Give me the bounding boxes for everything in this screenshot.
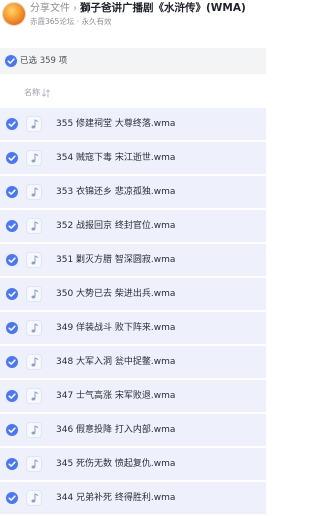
file-name[interactable]: 347 士气高涨 宋军败退.wma (56, 390, 261, 402)
check-icon (7, 58, 15, 64)
music-note-icon (31, 289, 39, 299)
check-icon (8, 121, 16, 127)
file-name[interactable]: 354 贼寇下毒 宋江逝世.wma (56, 152, 261, 164)
music-note-icon (31, 493, 39, 503)
check-icon (8, 189, 16, 195)
file-name[interactable]: 345 死伤无数 愤起复仇.wma (56, 458, 261, 470)
share-subtitle: 赤霞365论坛 · 永久有效 (30, 17, 112, 26)
breadcrumb-separator: › (73, 3, 77, 14)
page-title: 獅子爸讲广播剧《水浒传》(WMA) (80, 2, 246, 14)
music-file-icon (26, 422, 42, 438)
music-file-icon (26, 252, 42, 268)
column-header: 名称 (0, 84, 266, 102)
file-name[interactable]: 355 修建祠堂 大尊终落.wma (56, 118, 261, 130)
music-note-icon (31, 119, 39, 129)
file-row[interactable]: 350 大势已去 柴进出兵.wma (0, 278, 266, 310)
file-name[interactable]: 348 大军入洞 瓮中捉鳖.wma (56, 356, 261, 368)
share-header: 分享文件 › 獅子爸讲广播剧《水浒传》(WMA) 赤霞365论坛 · 永久有效 (0, 0, 266, 34)
file-checkbox[interactable] (6, 356, 18, 368)
check-icon (8, 427, 16, 433)
music-note-icon (31, 255, 39, 265)
music-file-icon (26, 286, 42, 302)
music-file-icon (26, 490, 42, 506)
check-icon (8, 461, 16, 467)
file-checkbox[interactable] (6, 288, 18, 300)
selection-toolbar: 已选 359 项 (0, 48, 266, 74)
file-row[interactable]: 355 修建祠堂 大尊终落.wma (0, 108, 266, 140)
file-row[interactable]: 349 佯装战斗 败下阵来.wma (0, 312, 266, 344)
check-icon (8, 359, 16, 365)
file-row[interactable]: 347 士气高涨 宋军败退.wma (0, 380, 266, 412)
file-name[interactable]: 344 兄弟补死 终得胜利.wma (56, 492, 261, 504)
check-icon (8, 393, 16, 399)
music-file-icon (26, 116, 42, 132)
file-checkbox[interactable] (6, 458, 18, 470)
select-all-checkbox[interactable] (5, 55, 17, 67)
file-checkbox[interactable] (6, 118, 18, 130)
file-checkbox[interactable] (6, 254, 18, 266)
check-icon (8, 291, 16, 297)
file-checkbox[interactable] (6, 220, 18, 232)
music-note-icon (31, 221, 39, 231)
music-note-icon (31, 323, 39, 333)
music-file-icon (26, 388, 42, 404)
column-name-header[interactable]: 名称 (24, 87, 40, 98)
file-name[interactable]: 349 佯装战斗 败下阵来.wma (56, 322, 261, 334)
music-file-icon (26, 354, 42, 370)
breadcrumb: 分享文件 › 獅子爸讲广播剧《水浒传》(WMA) (30, 2, 262, 15)
file-checkbox[interactable] (6, 390, 18, 402)
check-icon (8, 155, 16, 161)
music-note-icon (31, 425, 39, 435)
check-icon (8, 223, 16, 229)
file-row[interactable]: 352 战报回京 终封官位.wma (0, 210, 266, 242)
file-name[interactable]: 352 战报回京 终封官位.wma (56, 220, 261, 232)
sort-icon[interactable] (42, 88, 50, 98)
music-note-icon (31, 187, 39, 197)
file-row[interactable]: 344 兄弟补死 终得胜利.wma (0, 482, 266, 514)
music-note-icon (31, 459, 39, 469)
file-row[interactable]: 345 死伤无数 愤起复仇.wma (0, 448, 266, 480)
music-file-icon (26, 320, 42, 336)
file-checkbox[interactable] (6, 424, 18, 436)
file-name[interactable]: 351 剿灭方腊 智深圆寂.wma (56, 254, 261, 266)
sharer-avatar[interactable] (2, 2, 26, 26)
file-checkbox[interactable] (6, 322, 18, 334)
check-icon (8, 495, 16, 501)
music-file-icon (26, 456, 42, 472)
file-name[interactable]: 350 大势已去 柴进出兵.wma (56, 288, 261, 300)
music-file-icon (26, 218, 42, 234)
music-note-icon (31, 153, 39, 163)
music-file-icon (26, 184, 42, 200)
file-name[interactable]: 346 假意投降 打入内部.wma (56, 424, 261, 436)
check-icon (8, 325, 16, 331)
selected-count-label: 已选 359 项 (20, 56, 68, 66)
file-list: 355 修建祠堂 大尊终落.wma 354 贼寇下毒 宋江逝世.wma 353 衣锦… (0, 108, 266, 516)
file-row[interactable]: 351 剿灭方腊 智深圆寂.wma (0, 244, 266, 276)
file-row[interactable]: 354 贼寇下毒 宋江逝世.wma (0, 142, 266, 174)
file-row[interactable]: 346 假意投降 打入内部.wma (0, 414, 266, 446)
music-note-icon (31, 357, 39, 367)
music-note-icon (31, 391, 39, 401)
breadcrumb-root-link[interactable]: 分享文件 (30, 3, 70, 14)
file-name[interactable]: 353 衣锦还乡 悲凉孤独.wma (56, 186, 261, 198)
file-row[interactable]: 353 衣锦还乡 悲凉孤独.wma (0, 176, 266, 208)
file-row[interactable]: 348 大军入洞 瓮中捉鳖.wma (0, 346, 266, 378)
file-checkbox[interactable] (6, 492, 18, 504)
music-file-icon (26, 150, 42, 166)
file-checkbox[interactable] (6, 186, 18, 198)
check-icon (8, 257, 16, 263)
file-checkbox[interactable] (6, 152, 18, 164)
